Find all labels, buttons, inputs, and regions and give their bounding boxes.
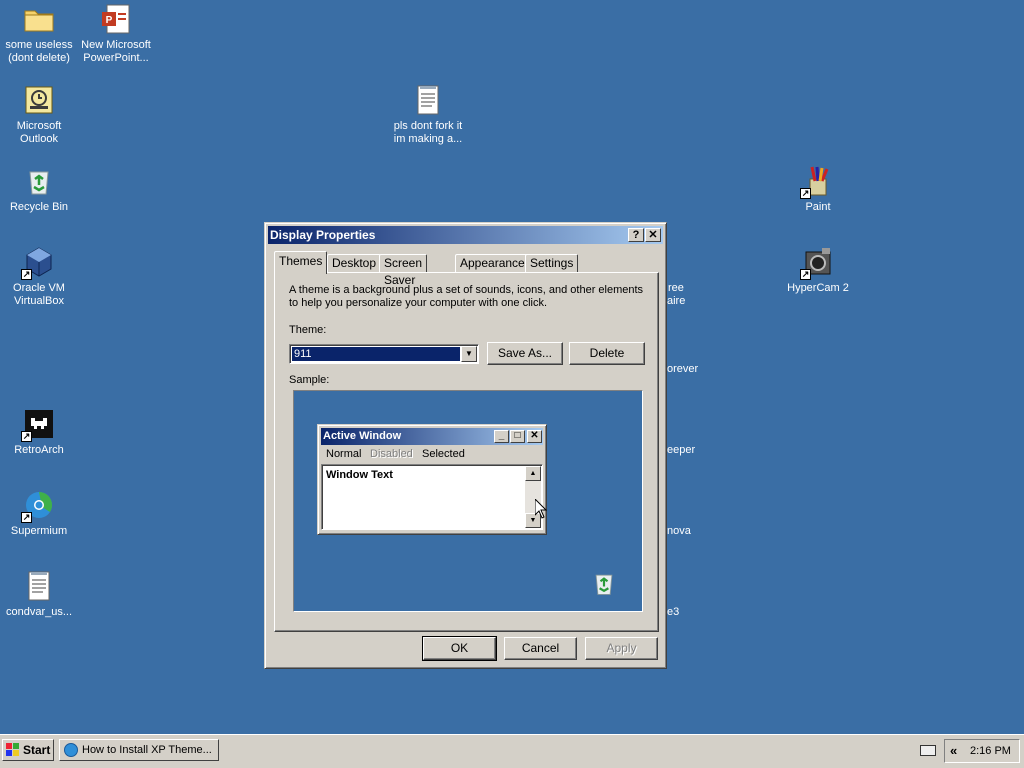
shortcut-arrow-icon: ↗ (800, 188, 811, 199)
task-label: How to Install XP Theme... (82, 744, 212, 756)
save-as-button[interactable]: Save As... (487, 342, 563, 365)
sample-window-text: Window Text (326, 469, 393, 481)
sample-menu-normal: Normal (326, 448, 362, 460)
virtualbox-icon: ↗ (21, 246, 55, 280)
desktop-icon-hypercam[interactable]: ↗ HyperCam 2 (778, 246, 858, 295)
sample-window-body: Window Text ▲ ▼ (321, 464, 543, 530)
desktop-icon-pls-dont-fork[interactable]: pls dont fork it im making a... (388, 84, 468, 146)
desktop-icon-retroarch[interactable]: ↗ RetroArch (0, 408, 79, 457)
desktop-icon-label: Recycle Bin (9, 201, 69, 213)
recycle-bin-icon (23, 165, 55, 197)
folder-icon (23, 3, 55, 35)
window-titlebar[interactable]: Display Properties ? ✕ (268, 226, 663, 244)
hypercam-icon: ↗ (800, 246, 834, 280)
desktop-icon-recycle-bin[interactable]: Recycle Bin (0, 165, 79, 214)
sample-menu-selected: Selected (422, 448, 465, 460)
sample-window-title: Active Window (323, 430, 402, 442)
taskbar: Start How to Install XP Theme... « 2:16 … (0, 734, 1024, 768)
tray-expand-chevron-icon[interactable]: « (950, 740, 957, 762)
theme-select[interactable]: 911 ▼ (289, 344, 479, 364)
desktop-icon-label: Oracle VM VirtualBox (13, 282, 65, 307)
theme-label: Theme: (289, 324, 327, 336)
desktop-icon-label: Paint (805, 201, 831, 213)
close-icon: ✕ (527, 430, 542, 443)
system-tray: « 2:16 PM (944, 739, 1020, 763)
desktop-icon-powerpoint[interactable]: P New Microsoft PowerPoint... (76, 3, 156, 65)
taskbar-task-button[interactable]: How to Install XP Theme... (59, 739, 219, 761)
desktop-icon-label: some useless (dont delete) (5, 39, 73, 64)
supermium-icon: ↗ (21, 489, 55, 523)
retroarch-icon: ↗ (21, 408, 55, 442)
delete-button[interactable]: Delete (569, 342, 645, 365)
desktop-icon-label: Supermium (10, 525, 68, 537)
tab-appearance[interactable]: Appearance (455, 254, 530, 273)
clock[interactable]: 2:16 PM (970, 740, 1011, 762)
desktop-icon-condvar[interactable]: condvar_us... (0, 570, 79, 619)
outlook-icon (23, 84, 55, 116)
theme-sample-preview: Active Window _ □ ✕ Normal Disabled Sele… (293, 390, 643, 612)
tab-settings[interactable]: Settings (525, 254, 579, 273)
partial-icon-label: nova (667, 525, 691, 537)
theme-select-value: 911 (292, 347, 460, 361)
close-button[interactable]: ✕ (645, 228, 661, 242)
desktop-icon-some-useless[interactable]: some useless (dont delete) (0, 3, 79, 65)
maximize-icon: □ (510, 430, 525, 443)
desktop-icon-label: New Microsoft PowerPoint... (81, 39, 151, 64)
desktop-icon-label: Microsoft Outlook (16, 120, 62, 145)
minimize-icon: _ (494, 430, 509, 443)
text-file-icon (23, 570, 55, 602)
sample-menu-disabled: Disabled (370, 448, 413, 460)
scroll-up-icon: ▲ (525, 466, 541, 481)
powerpoint-icon: P (100, 3, 132, 35)
browser-icon (64, 743, 78, 757)
help-button[interactable]: ? (628, 228, 644, 242)
sample-window-titlebar: Active Window _ □ ✕ (321, 428, 543, 445)
desktop-icon-label: pls dont fork it im making a... (393, 120, 463, 145)
sample-label: Sample: (289, 374, 330, 386)
ok-button[interactable]: OK (422, 636, 497, 661)
sample-active-window: Active Window _ □ ✕ Normal Disabled Sele… (317, 424, 547, 535)
cancel-button[interactable]: Cancel (504, 637, 577, 660)
shortcut-arrow-icon: ↗ (21, 512, 32, 523)
keyboard-icon[interactable] (920, 745, 936, 756)
desktop-icon-label: condvar_us... (5, 606, 73, 618)
windows-logo-icon (6, 743, 19, 756)
desktop-icon-paint[interactable]: ↗ Paint (778, 165, 858, 214)
partial-icon-label: eeper (667, 444, 696, 456)
shortcut-arrow-icon: ↗ (21, 269, 32, 280)
desktop-icon-supermium[interactable]: ↗ Supermium (0, 489, 79, 538)
tab-screen-saver[interactable]: Screen Saver (379, 254, 428, 287)
paint-icon: ↗ (800, 165, 834, 199)
start-label: Start (23, 743, 51, 757)
partial-icon-label: e3 (667, 606, 680, 618)
mouse-cursor-icon (534, 497, 548, 519)
desktop-icon-label: RetroArch (14, 444, 64, 456)
recycle-bin-icon (590, 569, 618, 597)
themes-tab-panel: A theme is a background plus a set of so… (274, 272, 659, 632)
desktop-icon-virtualbox[interactable]: ↗ Oracle VM VirtualBox (0, 246, 79, 308)
chevron-down-icon[interactable]: ▼ (461, 346, 477, 362)
tab-desktop[interactable]: Desktop (327, 254, 382, 273)
partial-icon-label: aire (667, 295, 686, 307)
desktop-icon-outlook[interactable]: Microsoft Outlook (0, 84, 79, 146)
shortcut-arrow-icon: ↗ (800, 269, 811, 280)
partial-icon-label: orever (667, 363, 699, 375)
apply-button[interactable]: Apply (585, 637, 658, 660)
tab-themes[interactable]: Themes (274, 251, 328, 274)
display-properties-window[interactable]: Display Properties ? ✕ Themes Desktop Sc… (264, 222, 667, 669)
partial-icon-label: ree (668, 282, 684, 294)
svg-text:P: P (106, 15, 113, 26)
text-file-icon (412, 84, 444, 116)
themes-description: A theme is a background plus a set of so… (289, 284, 644, 309)
start-button[interactable]: Start (2, 739, 54, 761)
window-title: Display Properties (270, 228, 376, 242)
shortcut-arrow-icon: ↗ (21, 431, 32, 442)
desktop-icon-label: HyperCam 2 (787, 282, 849, 294)
